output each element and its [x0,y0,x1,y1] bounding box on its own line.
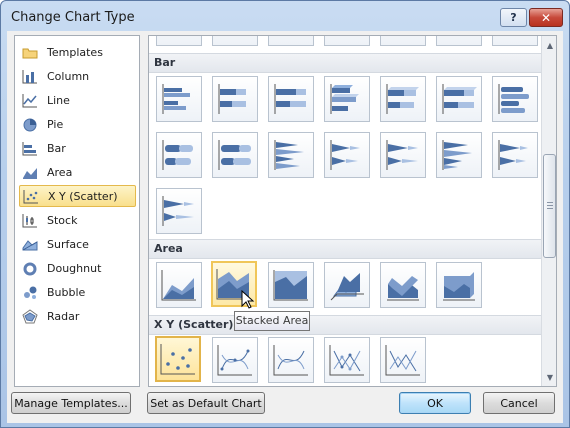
section-header-area: Area [149,239,541,259]
folder-icon [21,44,39,60]
3d-percent-stacked-area-thumb[interactable] [436,262,482,308]
dialog-client: Templates Column Line Pie Bar Area X Y (… [7,31,563,423]
grip-line [547,202,553,203]
manage-templates-button[interactable]: Manage Templates... [11,392,131,414]
3d-stacked-area-thumb[interactable] [380,262,426,308]
category-label: Bubble [47,285,86,299]
category-label: Radar [47,309,80,323]
close-button[interactable]: ✕ [529,8,563,27]
gallery-scrollbar[interactable]: ▲ ▼ [541,36,556,386]
3d-stacked-bar-thumb[interactable] [380,76,426,122]
clustered-cylinder-thumb[interactable] [492,76,538,122]
category-label: Stock [47,213,78,227]
scatter-smooth-lines-markers-thumb[interactable] [212,337,258,383]
3d-clustered-bar-thumb[interactable] [324,76,370,122]
section-header-scatter: X Y (Scatter) [149,315,541,335]
area-chart-icon [21,164,39,180]
3d-area-thumb[interactable] [324,262,370,308]
bar-chart-icon [21,140,39,156]
percent-stacked-cylinder-thumb[interactable] [212,132,258,178]
category-label: X Y (Scatter) [48,189,118,203]
grip-line [547,205,553,206]
scatter-straight-lines-markers-thumb[interactable] [324,337,370,383]
scrollbar-thumb[interactable] [543,154,556,258]
scatter-chart-icon [22,188,40,204]
clustered-bar-thumb[interactable] [156,76,202,122]
category-radar[interactable]: Radar [19,305,136,327]
chart-subtype-thumb[interactable] [268,36,314,46]
grip-line [547,208,553,209]
chart-subtype-thumb[interactable] [324,36,370,46]
stacked-cone-thumb[interactable] [324,132,370,178]
scroll-up-arrow-icon[interactable]: ▲ [544,38,556,52]
category-line[interactable]: Line [19,89,136,111]
category-area[interactable]: Area [19,161,136,183]
stock-chart-icon [21,212,39,228]
line-chart-icon [21,92,39,108]
stacked-pyramid-thumb[interactable] [492,132,538,178]
pie-chart-icon [21,116,39,132]
chart-category-list: Templates Column Line Pie Bar Area X Y (… [14,35,140,387]
chart-subtype-thumb[interactable] [156,36,202,46]
3d-percent-stacked-bar-thumb[interactable] [436,76,482,122]
percent-stacked-bar-thumb[interactable] [268,76,314,122]
percent-stacked-area-thumb[interactable] [268,262,314,308]
ok-button[interactable]: OK [399,392,471,414]
section-header-bar: Bar [149,53,541,73]
category-label: Line [47,93,70,107]
dialog-title: Change Chart Type [11,10,135,25]
category-label: Doughnut [47,261,102,275]
category-label: Bar [47,141,66,155]
scatter-smooth-lines-thumb[interactable] [268,337,314,383]
set-as-default-chart-button[interactable]: Set as Default Chart [147,392,265,414]
category-column[interactable]: Column [19,65,136,87]
scroll-down-arrow-icon[interactable]: ▼ [544,370,556,384]
category-pie[interactable]: Pie [19,113,136,135]
percent-stacked-pyramid-thumb[interactable] [156,188,202,234]
category-label: Pie [47,117,64,131]
help-button[interactable]: ? [500,8,527,27]
category-templates[interactable]: Templates [19,41,136,63]
stacked-bar-thumb[interactable] [212,76,258,122]
category-bubble[interactable]: Bubble [19,281,136,303]
chart-subtype-thumb[interactable] [380,36,426,46]
title-bar: Change Chart Type ? ✕ [1,1,569,31]
stacked-area-tooltip: Stacked Area [234,311,310,331]
bubble-chart-icon [21,284,39,300]
category-xy-scatter[interactable]: X Y (Scatter) [19,185,136,207]
button-label: Cancel [500,396,538,410]
category-surface[interactable]: Surface [19,233,136,255]
category-label: Surface [47,237,89,251]
button-label: Set as Default Chart [150,396,262,410]
stacked-cylinder-thumb[interactable] [156,132,202,178]
mouse-pointer-icon [241,290,255,309]
radar-chart-icon [21,308,39,324]
category-label: Templates [47,45,103,59]
category-doughnut[interactable]: Doughnut [19,257,136,279]
scatter-markers-only-thumb[interactable] [155,336,201,382]
category-label: Area [47,165,73,179]
scatter-straight-lines-thumb[interactable] [380,337,426,383]
chart-subtype-gallery: Bar Area X Y (Scatter) ▲ ▼ [148,35,557,387]
button-label: Manage Templates... [14,396,128,410]
category-stock[interactable]: Stock [19,209,136,231]
doughnut-chart-icon [21,260,39,276]
chart-subtype-thumb[interactable] [212,36,258,46]
change-chart-type-dialog: Change Chart Type ? ✕ Templates Column L… [0,0,570,428]
button-label: OK [427,396,443,410]
cancel-button[interactable]: Cancel [483,392,555,414]
clustered-pyramid-thumb[interactable] [436,132,482,178]
category-bar[interactable]: Bar [19,137,136,159]
category-label: Column [47,69,90,83]
close-icon: ✕ [540,10,552,25]
help-icon: ? [510,11,517,24]
chart-subtype-thumb[interactable] [492,36,538,46]
surface-chart-icon [21,236,39,252]
area-thumb[interactable] [156,262,202,308]
chart-subtype-thumb[interactable] [436,36,482,46]
percent-stacked-cone-thumb[interactable] [380,132,426,178]
clustered-cone-thumb[interactable] [268,132,314,178]
column-chart-icon [21,68,39,84]
